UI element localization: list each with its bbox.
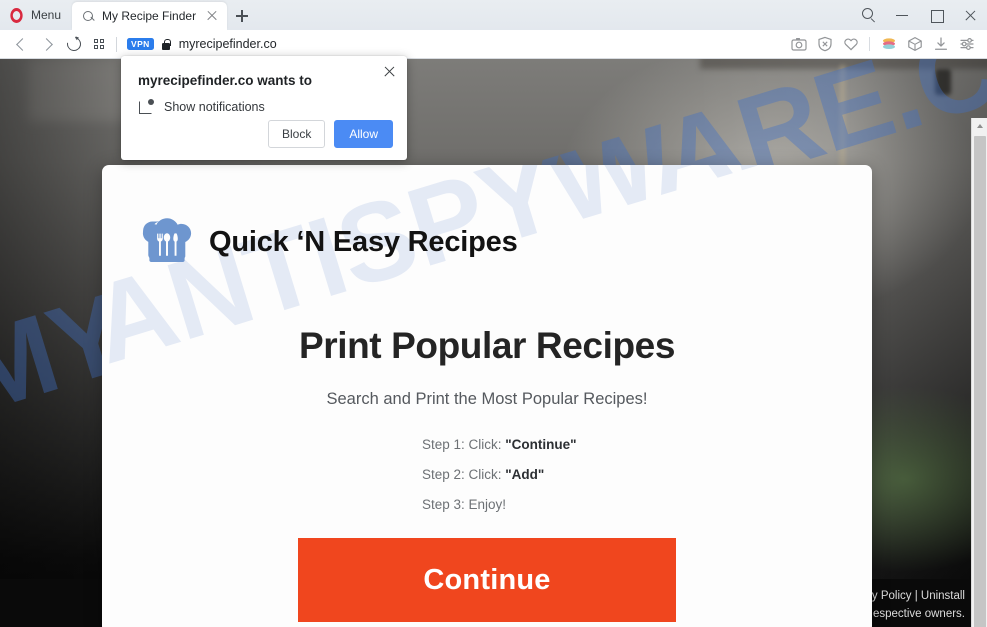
chef-hat-cutlery-icon xyxy=(136,211,198,273)
step-item: Step 3: Enjoy! xyxy=(422,497,838,512)
opera-menu-button[interactable]: Menu xyxy=(0,0,72,30)
opera-browser-window: Menu My Recipe Finder VPN myrecipefinder… xyxy=(0,0,987,627)
browser-tab-active[interactable]: My Recipe Finder xyxy=(72,2,228,30)
easy-setup-sliders-icon[interactable] xyxy=(954,31,979,57)
window-search-icon[interactable] xyxy=(851,0,885,30)
scrollbar-thumb[interactable] xyxy=(974,136,986,627)
reload-icon[interactable] xyxy=(60,31,86,57)
ad-blocker-shield-icon[interactable] xyxy=(812,31,837,57)
step-prefix: Step 1: Click: xyxy=(422,437,506,452)
step-prefix: Step 2: Click: xyxy=(422,467,506,482)
step-strong: "Continue" xyxy=(505,437,577,452)
page-scrollbar[interactable] xyxy=(971,118,987,627)
heart-icon[interactable] xyxy=(838,31,863,57)
notifications-icon xyxy=(138,98,155,115)
step-prefix: Step 3: Enjoy! xyxy=(422,497,507,512)
download-icon[interactable] xyxy=(928,31,953,57)
vpn-badge[interactable]: VPN xyxy=(127,37,154,51)
toolbar-divider-2 xyxy=(869,37,870,51)
notification-actions: Block Allow xyxy=(267,120,393,148)
window-controls xyxy=(851,0,987,30)
toolbar-divider xyxy=(116,36,117,52)
minimize-icon[interactable] xyxy=(885,0,919,30)
address-bar[interactable]: VPN myrecipefinder.co xyxy=(122,37,277,51)
notification-permission-label: Show notifications xyxy=(164,99,265,114)
scroll-up-arrow-icon[interactable] xyxy=(972,118,987,134)
tab-strip: Menu My Recipe Finder xyxy=(0,0,987,30)
speed-dial-icon[interactable] xyxy=(86,31,112,57)
snapshot-camera-icon[interactable] xyxy=(786,31,811,57)
url-text: myrecipefinder.co xyxy=(178,37,277,51)
opera-logo-icon xyxy=(10,7,23,23)
maximize-icon[interactable] xyxy=(919,0,953,30)
notification-permission-row: Show notifications xyxy=(138,98,391,115)
brand-name: Quick ‘N Easy Recipes xyxy=(209,225,518,258)
block-button[interactable]: Block xyxy=(267,120,326,148)
step-strong: "Add" xyxy=(505,467,545,482)
lock-icon xyxy=(161,38,172,51)
instruction-steps: Step 1: Click: "Continue" Step 2: Click:… xyxy=(136,437,838,512)
package-cube-icon[interactable] xyxy=(902,31,927,57)
allow-button[interactable]: Allow xyxy=(334,120,393,148)
step-item: Step 2: Click: "Add" xyxy=(422,467,838,482)
search-icon xyxy=(82,10,95,23)
brand-header: Quick ‘N Easy Recipes xyxy=(136,165,838,273)
opera-menu-label: Menu xyxy=(31,8,62,22)
notification-popup-title: myrecipefinder.co wants to xyxy=(138,73,313,88)
notification-permission-popup: myrecipefinder.co wants to Show notifica… xyxy=(121,56,407,160)
close-window-icon[interactable] xyxy=(953,0,987,30)
continue-button[interactable]: Continue xyxy=(298,538,676,622)
tab-close-icon[interactable] xyxy=(205,9,219,23)
page-subtitle: Search and Print the Most Popular Recipe… xyxy=(326,390,648,408)
toolbar-right-icons xyxy=(786,31,979,57)
page-title: Print Popular Recipes xyxy=(298,325,676,366)
promo-card: MYANTISPYWARE.COM Quick ‘N Easy Recipes … xyxy=(102,165,872,627)
background-knob xyxy=(935,69,951,95)
tab-title: My Recipe Finder xyxy=(102,9,197,23)
opera-layers-icon[interactable] xyxy=(876,31,901,57)
address-toolbar: VPN myrecipefinder.co xyxy=(0,30,987,59)
step-item: Step 1: Click: "Continue" xyxy=(422,437,838,452)
new-tab-button[interactable] xyxy=(227,2,257,30)
forward-arrow-icon[interactable] xyxy=(34,31,60,57)
back-arrow-icon[interactable] xyxy=(8,31,34,57)
close-icon[interactable] xyxy=(381,63,398,80)
background-shelf xyxy=(700,59,987,69)
